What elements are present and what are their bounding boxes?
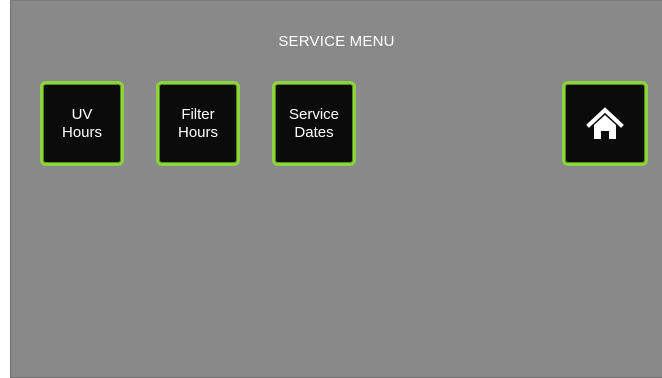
service-menu-screen: SERVICE MENU UV Hours Filter Hours Servi… <box>10 0 662 378</box>
service-dates-label: Service Dates <box>288 105 340 141</box>
filter-hours-button[interactable]: Filter Hours <box>156 81 240 166</box>
page-title: SERVICE MENU <box>278 33 395 50</box>
uv-hours-button[interactable]: UV Hours <box>40 81 124 166</box>
filter-hours-label: Filter Hours <box>177 105 218 141</box>
uv-hours-label: UV Hours <box>61 105 102 141</box>
home-button[interactable] <box>562 81 648 166</box>
service-dates-button[interactable]: Service Dates <box>272 81 356 166</box>
home-icon <box>586 106 624 139</box>
